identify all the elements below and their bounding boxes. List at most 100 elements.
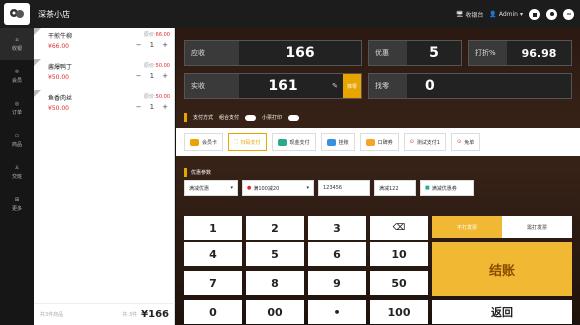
- param-field[interactable]: 满减122: [374, 180, 416, 196]
- plus-button[interactable]: +: [162, 103, 168, 111]
- orig-label: 原价:: [143, 63, 156, 69]
- minus-button[interactable]: −: [136, 103, 142, 111]
- member-icon: ♔: [14, 68, 20, 75]
- nav-item-orders[interactable]: ◎ 订单: [0, 92, 34, 124]
- params-row: 满减优惠 ▾ ● 满100减20 ▾ 123456 满减122 ■ 满减优惠券: [184, 180, 474, 196]
- no-invoice-button[interactable]: 不打发票: [432, 216, 502, 238]
- quantity-value: 1: [149, 72, 155, 80]
- key-7[interactable]: 7: [184, 271, 242, 295]
- card-icon: [190, 138, 199, 146]
- pay-method-credit[interactable]: 挂账: [320, 133, 355, 151]
- orig-label: 原价:: [143, 94, 156, 100]
- checkout-panel: 应收 166 优惠 5 打折% 96.98 实收 161 ✎ 抹零 找零 0 支…: [176, 28, 580, 325]
- cashier-icon: ⌂: [15, 36, 19, 43]
- orig-value: 50.00: [155, 63, 170, 69]
- key-00[interactable]: 00: [246, 300, 304, 324]
- pay-method-scan[interactable]: ⛶ 扫码支付: [228, 133, 267, 151]
- monitor-icon: 🖥: [455, 10, 464, 18]
- order-total: ¥166: [141, 309, 169, 320]
- pay-method-free[interactable]: ⊙ 免单: [450, 133, 481, 151]
- quantity-stepper: − 1 +: [136, 72, 168, 80]
- nav-item-staff[interactable]: ♙ 交班: [0, 156, 34, 188]
- list-item[interactable]: 鱼香肉丝 ¥50.00 原价:50.00 − 1 +: [34, 90, 174, 121]
- received-value: 161: [239, 74, 327, 98]
- lock-icon[interactable]: [529, 8, 540, 20]
- nav-label: 收银: [11, 45, 22, 52]
- change-field: 找零 0: [368, 73, 572, 99]
- discount-value: 5: [407, 41, 461, 65]
- received-field[interactable]: 实收 161 ✎ 抹零: [184, 73, 362, 99]
- received-label: 实收: [185, 74, 239, 98]
- key-9[interactable]: 9: [308, 271, 366, 295]
- key-8[interactable]: 8: [246, 271, 304, 295]
- plus-button[interactable]: +: [162, 72, 168, 80]
- back-button[interactable]: 返回: [432, 300, 572, 324]
- param-field[interactable]: 123456: [318, 180, 370, 196]
- param-field[interactable]: 满减优惠 ▾: [184, 180, 238, 196]
- key-1[interactable]: 1: [184, 216, 242, 240]
- circle-icon: ⊙: [456, 139, 462, 145]
- plus-button[interactable]: +: [162, 41, 168, 49]
- receipt-toggle[interactable]: [288, 114, 300, 121]
- change-label: 找零: [369, 74, 407, 98]
- key-5[interactable]: 5: [246, 242, 304, 266]
- param-field[interactable]: ● 满100减20 ▾: [242, 180, 314, 196]
- key-6[interactable]: 6: [308, 242, 366, 266]
- combo-pay-toggle[interactable]: [245, 114, 257, 121]
- key-0[interactable]: 0: [184, 300, 242, 324]
- pay-method-coupon[interactable]: 口碑券: [359, 133, 399, 151]
- key-3[interactable]: 3: [308, 216, 366, 240]
- key-dot[interactable]: •: [308, 300, 366, 324]
- edit-icon[interactable]: ✎: [327, 74, 343, 98]
- pay-label: 免单: [464, 139, 475, 146]
- shop-logo: [4, 3, 30, 25]
- pay-label: 扫码支付: [240, 139, 261, 146]
- corner-tag: [34, 59, 41, 66]
- nav-label: 交班: [11, 173, 22, 180]
- nav-item-more[interactable]: ⊞ 更多: [0, 188, 34, 220]
- quantity-value: 1: [149, 103, 155, 111]
- more-icon: ⊞: [14, 196, 20, 203]
- erase-button[interactable]: 抹零: [343, 74, 361, 98]
- pay-method-test1[interactable]: ⊙ 测试支付1: [403, 133, 446, 151]
- user-menu[interactable]: 👤 Admin ▾: [489, 11, 523, 18]
- param-value: 满减优惠券: [431, 185, 457, 192]
- key-10[interactable]: 10: [370, 242, 428, 266]
- power-icon[interactable]: [563, 8, 574, 20]
- key-50[interactable]: 50: [370, 271, 428, 295]
- pay-method-cash[interactable]: 现金支付: [271, 133, 316, 151]
- corner-tag: [34, 28, 41, 35]
- shop-name: 深茶小店: [38, 9, 70, 19]
- rate-value: 96.98: [507, 41, 571, 65]
- combo-pay-label: 组合支付: [219, 115, 240, 121]
- nav-item-member[interactable]: ♔ 会员: [0, 60, 34, 92]
- user-icon: 👤: [489, 10, 497, 18]
- discount-field[interactable]: 优惠 5: [368, 40, 462, 66]
- param-field[interactable]: ■ 满减优惠券: [420, 180, 474, 196]
- minus-button[interactable]: −: [136, 72, 142, 80]
- nav-item-cashier[interactable]: ⌂ 收银: [0, 28, 34, 60]
- minus-button[interactable]: −: [136, 41, 142, 49]
- section-bar: [184, 168, 187, 177]
- cashier-menu[interactable]: 🖥 收银台: [456, 10, 484, 19]
- order-footer: 共3件商品 共 3件 ¥166: [34, 303, 175, 325]
- settings-icon[interactable]: [546, 8, 557, 20]
- ledger-icon: [326, 138, 336, 146]
- payment-header: 支付方式 组合支付 小票打印: [184, 113, 300, 122]
- discount-rate-field[interactable]: 打折% 96.98: [468, 40, 572, 66]
- list-item[interactable]: 酱爆鸭丁 ¥50.00 原价:50.00 − 1 +: [34, 59, 174, 90]
- key-100[interactable]: 100: [370, 300, 428, 324]
- pay-method-member-card[interactable]: 会员卡: [184, 133, 224, 151]
- invoice-button[interactable]: 需打发票: [502, 216, 572, 238]
- backspace-key[interactable]: ⌫: [370, 216, 428, 240]
- nav-item-goods[interactable]: ▭ 商品: [0, 124, 34, 156]
- key-2[interactable]: 2: [246, 216, 304, 240]
- list-item[interactable]: 干煎牛柳 ¥66.00 原价:66.00 − 1 +: [34, 28, 174, 59]
- key-4[interactable]: 4: [184, 242, 242, 266]
- checkout-button[interactable]: 结账: [432, 242, 572, 296]
- quantity-stepper: − 1 +: [136, 41, 168, 49]
- circle-icon: ⊙: [409, 139, 414, 145]
- quantity-stepper: − 1 +: [136, 103, 168, 111]
- coupon-icon: ■: [425, 185, 430, 191]
- orig-value: 50.00: [155, 94, 170, 100]
